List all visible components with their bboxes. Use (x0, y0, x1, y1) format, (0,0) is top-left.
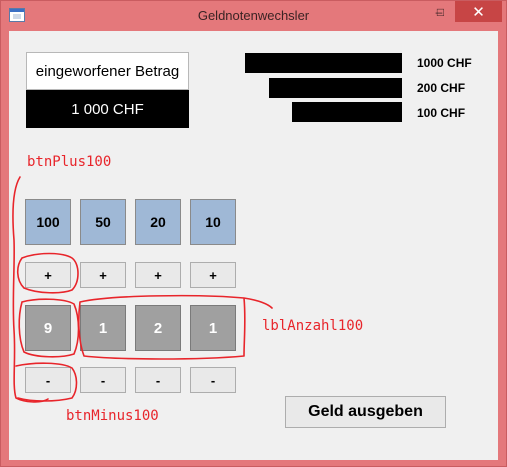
plus-button-100[interactable]: + (25, 262, 71, 288)
denomination-20: 20 (135, 199, 181, 245)
minus-button-20[interactable]: - (135, 367, 181, 393)
count-20: 2 (135, 305, 181, 351)
denomination-100: 100 (25, 199, 71, 245)
minus-button-10[interactable]: - (190, 367, 236, 393)
denomination-50: 50 (80, 199, 126, 245)
annotation-btn-minus: btnMinus100 (66, 408, 159, 424)
annotation-lbl-count: lblAnzahl100 (262, 318, 364, 334)
count-10: 1 (190, 305, 236, 351)
bar-100 (292, 102, 402, 122)
dispense-money-button[interactable]: Geld ausgeben (285, 396, 446, 428)
annotation-btn-plus: btnPlus100 (27, 154, 112, 170)
bar-1000 (245, 53, 402, 73)
plus-button-50[interactable]: + (80, 262, 126, 288)
title-bar[interactable]: Geldnotenwechsler – □ ✕ (1, 1, 506, 31)
bar-200 (269, 78, 402, 98)
bar-label-100: 100 CHF (417, 106, 466, 120)
close-icon[interactable]: ✕ (455, 1, 502, 22)
plus-button-10[interactable]: + (190, 262, 236, 288)
minus-button-100[interactable]: - (25, 367, 71, 393)
count-100: 9 (25, 305, 71, 351)
maximize-icon[interactable]: □ (426, 1, 455, 22)
plus-button-20[interactable]: + (135, 262, 181, 288)
bar-label-1000: 1000 CHF (417, 56, 472, 70)
amount-display: 1 000 CHF (26, 90, 189, 128)
amount-caption: eingeworfener Betrag (26, 52, 189, 90)
denomination-10: 10 (190, 199, 236, 245)
count-50: 1 (80, 305, 126, 351)
minus-button-50[interactable]: - (80, 367, 126, 393)
bar-label-200: 200 CHF (417, 81, 466, 95)
